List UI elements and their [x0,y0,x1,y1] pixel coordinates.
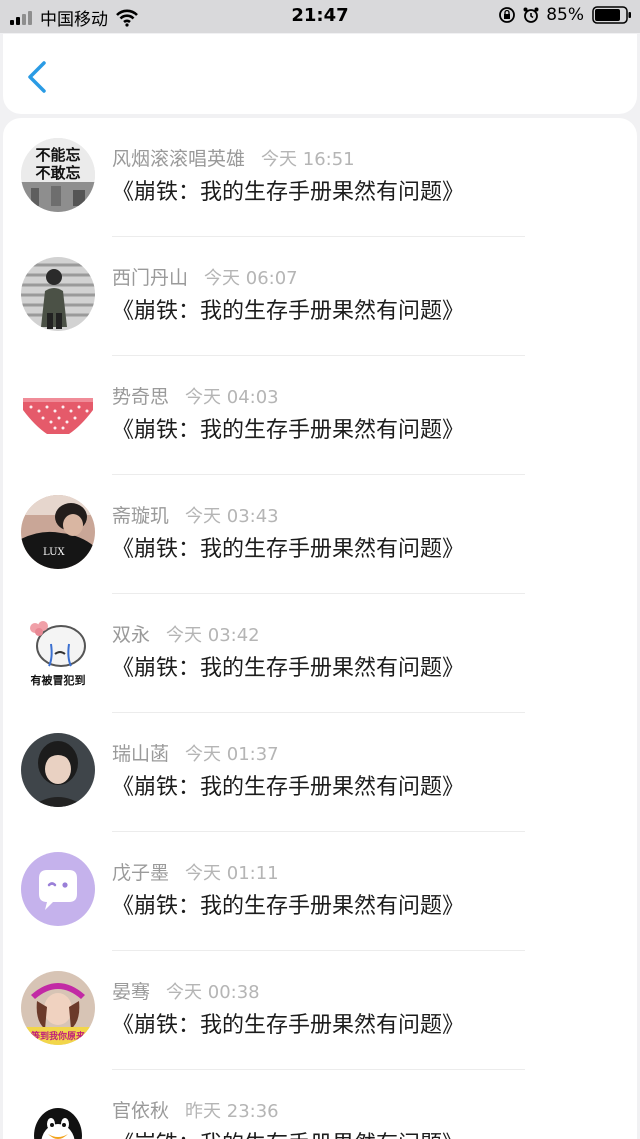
user-name: 斋璇玑 [112,505,170,527]
user-name: 双永 [112,624,151,646]
user-name: 戊子墨 [112,862,170,884]
book-title: 《崩铁：我的生存手册果然有问题》 [112,1126,464,1139]
book-title: 《崩铁：我的生存手册果然有问题》 [112,775,465,800]
timestamp: 今天 16:51 [261,149,355,170]
book-title: 《崩铁：我的生存手册果然有问题》 [112,299,465,324]
avatar: 等到我你原来 [21,971,95,1045]
book-title: 《崩铁：我的生存手册果然有问题》 [112,418,465,443]
name-line: 戊子墨 今天 01:11 [112,858,279,884]
user-name: 西门丹山 [112,267,189,289]
list-item[interactable]: 等到我你原来 晏骞 今天 00:38 《崩铁：我的生存手册果然有问题》 [3,951,637,1070]
book-title: 《崩铁：我的生存手册果然有问题》 [112,656,465,681]
list-item[interactable]: 戊子墨 今天 01:11 《崩铁：我的生存手册果然有问题》 [3,832,637,951]
status-right: 85% [498,5,632,25]
battery-icon [592,6,631,24]
timestamp: 今天 06:07 [204,268,298,289]
avatar [21,852,95,926]
name-line: 双永 今天 03:42 [112,620,260,646]
avatar: LUX [21,495,95,569]
timestamp: 今天 03:43 [185,506,279,527]
name-line: 势奇思 今天 04:03 [112,382,279,408]
list-item[interactable]: LUX 斋璇玑 今天 03:43 《崩铁：我的生存手册果然有问题》 [3,475,637,594]
avatar: 不能忘 不敢忘 [21,138,95,212]
list-item[interactable]: 势奇思 今天 04:03 《崩铁：我的生存手册果然有问题》 [3,356,637,475]
avatar-text: 等到我你原来 [30,1030,86,1042]
timestamp: 今天 01:11 [185,863,279,884]
avatar [21,1090,95,1139]
list-item[interactable]: 瑞山菡 今天 01:37 《崩铁：我的生存手册果然有问题》 [3,713,637,832]
timestamp: 今天 04:03 [185,387,279,408]
user-name: 风烟滚滚唱英雄 [112,148,246,170]
avatar-text: LUX [43,547,66,558]
avatar-text: 不能忘 [35,146,80,164]
nav-header [3,34,637,114]
list-item[interactable]: 不能忘 不敢忘 风烟滚滚唱英雄 今天 16:51 《崩铁：我的生存手册果然有问题》 [3,118,637,237]
avatar [21,257,95,331]
timestamp: 今天 00:38 [166,982,260,1003]
battery-percent: 85% [546,5,584,25]
status-bar: 中国移动 21:47 85% [0,0,640,33]
avatar-text: 有被冒犯到 [31,673,86,687]
message-list: 不能忘 不敢忘 风烟滚滚唱英雄 今天 16:51 《崩铁：我的生存手册果然有问题》 [3,118,637,1139]
chevron-left-icon[interactable] [25,60,49,94]
book-title: 《崩铁：我的生存手册果然有问题》 [112,1013,465,1038]
user-name: 官依秋 [112,1100,170,1122]
book-title: 《崩铁：我的生存手册果然有问题》 [112,894,465,919]
user-name: 势奇思 [112,386,170,408]
rotation-lock-icon [499,7,516,23]
name-line: 晏骞 今天 00:38 [112,977,260,1003]
timestamp: 今天 01:37 [185,744,279,765]
timestamp: 昨天 23:36 [185,1101,279,1122]
book-title: 《崩铁：我的生存手册果然有问题》 [112,180,465,205]
user-name: 晏骞 [112,981,151,1003]
name-line: 官依秋 昨天 23:36 [112,1096,279,1122]
name-line: 瑞山菡 今天 01:37 [112,739,279,765]
avatar [21,376,95,450]
avatar [21,733,95,807]
name-line: 斋璇玑 今天 03:43 [112,501,279,527]
list-item[interactable]: 官依秋昨天 23:36 《崩铁：我的生存手册果然有问题》 [3,1070,637,1139]
avatar-text: 不敢忘 [35,164,80,182]
name-line: 西门丹山 今天 06:07 [112,263,298,289]
list-item[interactable]: 有被冒犯到 双永 今天 03:42 《崩铁：我的生存手册果然有问题》 [3,594,637,713]
timestamp: 今天 03:42 [166,625,260,646]
user-name: 瑞山菡 [112,743,170,765]
book-title: 《崩铁：我的生存手册果然有问题》 [112,537,465,562]
avatar: 有被冒犯到 [21,614,95,688]
list-item[interactable]: 西门丹山 今天 06:07 《崩铁：我的生存手册果然有问题》 [3,237,637,356]
alarm-icon [523,7,539,23]
name-line: 风烟滚滚唱英雄 今天 16:51 [112,144,355,170]
